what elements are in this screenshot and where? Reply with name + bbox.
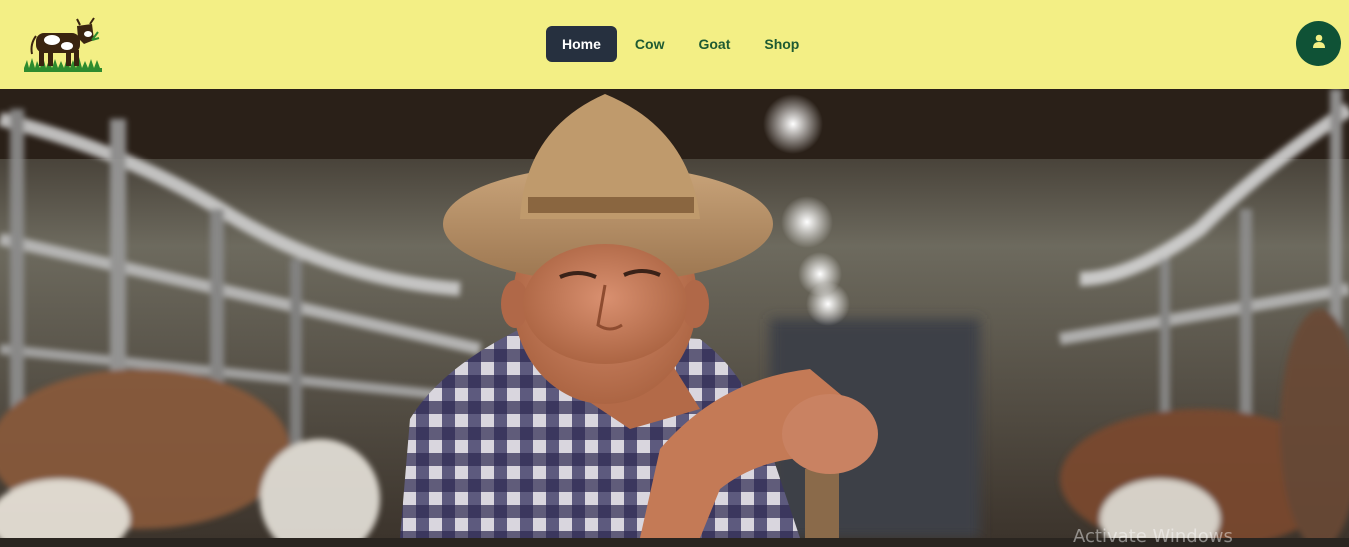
nav-goat-link[interactable]: Goat <box>682 26 746 62</box>
top-navbar: Home Cow Goat Shop <box>0 0 1349 89</box>
nav-shop-link[interactable]: Shop <box>748 26 815 62</box>
profile-button[interactable] <box>1296 21 1341 66</box>
hero-farmer-image <box>0 89 1349 538</box>
cow-logo-icon[interactable] <box>22 16 104 72</box>
main-navigation: Home Cow Goat Shop <box>546 26 815 62</box>
hero-banner <box>0 89 1349 538</box>
nav-home-link[interactable]: Home <box>546 26 617 62</box>
nav-cow-link[interactable]: Cow <box>619 26 681 62</box>
windows-activation-watermark: Activate Windows <box>1073 526 1233 547</box>
user-icon <box>1311 33 1327 54</box>
